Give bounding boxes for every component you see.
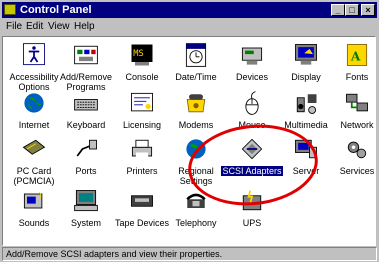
item-label: Services [339,166,375,176]
item-label: Devices [235,72,268,82]
item-label: Display [291,72,321,82]
menu-file[interactable]: File [6,21,22,32]
svg-text:A: A [350,48,361,63]
modem-icon [186,94,206,113]
item-label: Network [340,120,374,130]
accessibility-icon [23,43,45,66]
control-panel-item-system[interactable]: System [55,187,117,228]
item-label: Server [292,166,320,176]
title-bar[interactable]: Control Panel _ □ × [2,2,377,18]
mouse-icon [245,91,259,115]
control-panel-window: Control Panel _ □ × File Edit View Help … [0,0,379,262]
item-label: System [70,218,101,228]
display-icon [295,44,317,65]
control-panel-item-keyboard[interactable]: Keyboard [55,89,117,130]
licensing-icon [131,92,153,112]
telephony-icon [186,193,206,208]
fonts-icon: A [346,44,368,66]
control-panel-item-ups[interactable]: UPS [221,187,283,228]
item-label: Modems [178,120,214,130]
item-label: Console [125,72,159,82]
system-icon [74,190,98,212]
network-icon [346,93,368,112]
control-panel-item-services[interactable]: Services [326,135,379,176]
status-bar: Add/Remove SCSI adapters and view their … [2,247,377,261]
maximize-button[interactable]: □ [345,4,359,16]
server-icon [295,139,317,159]
item-label: Tape Devices [114,218,170,228]
control-panel-item-add-remove-programs[interactable]: Add/Remove Programs [55,41,117,92]
control-panel-icon [4,4,16,15]
svg-text:MS: MS [133,49,144,59]
icon-view: Accessibility Options Add/Remove Programs MS… [2,36,376,246]
item-label: Printers [126,166,158,176]
control-panel-item-date-time[interactable]: Date/Time [165,41,227,82]
item-label: Telephony [175,218,217,228]
sounds-icon [23,191,43,209]
date-time-icon [185,43,207,67]
window-title: Control Panel [20,4,92,16]
regional-settings-icon [186,139,206,159]
control-panel-item-modem[interactable]: Modems [165,89,227,130]
item-label: Multimedia [284,120,328,130]
services-icon [347,141,367,159]
multimedia-icon [296,94,317,114]
control-panel-item-licensing[interactable]: Licensing [111,89,173,130]
control-panel-item-scsi-adapters[interactable]: SCSI Adapters [221,135,283,176]
ports-icon [76,139,97,157]
control-panel-item-fonts[interactable]: A Fonts [326,41,379,82]
status-text: Add/Remove SCSI adapters and view their … [6,249,223,259]
item-label: Licensing [122,120,162,130]
printers-icon [131,139,153,158]
item-label: Sounds [18,218,50,228]
tape-devices-icon [131,195,153,207]
devices-icon [241,47,263,65]
item-label: UPS [242,218,262,228]
menu-view[interactable]: View [48,21,70,32]
console-icon: MS [131,44,153,66]
close-button[interactable]: × [361,4,375,16]
menu-edit[interactable]: Edit [26,21,43,32]
item-label: SCSI Adapters [221,166,283,176]
item-label: Internet [18,120,50,130]
item-label: Regional Settings [178,166,214,186]
control-panel-item-console[interactable]: MS Console [111,41,173,82]
control-panel-item-devices[interactable]: Devices [221,41,283,82]
control-panel-item-printers[interactable]: Printers [111,135,173,176]
control-panel-item-telephony[interactable]: Telephony [165,187,227,228]
ups-icon [242,190,262,211]
item-label: Keyboard [66,120,106,130]
scsi-adapters-icon [241,138,263,160]
keyboard-icon [74,99,98,111]
item-label: PC Card (PCMCIA) [13,166,55,186]
control-panel-item-network[interactable]: Network [326,89,379,130]
add-remove-programs-icon [74,45,98,65]
control-panel-item-regional-settings[interactable]: Regional Settings [165,135,227,186]
control-panel-item-mouse[interactable]: Mouse [221,89,283,130]
item-label: Fonts [345,72,369,82]
menu-help[interactable]: Help [74,21,95,32]
menu-bar: File Edit View Help [2,19,377,35]
pc-card-icon [22,139,46,155]
item-label: Mouse [238,120,266,130]
item-label: Date/Time [175,72,217,82]
internet-icon [24,93,44,113]
item-label: Ports [75,166,97,176]
control-panel-item-tape-devices[interactable]: Tape Devices [111,187,173,228]
minimize-button[interactable]: _ [331,4,345,16]
control-panel-item-ports[interactable]: Ports [55,135,117,176]
